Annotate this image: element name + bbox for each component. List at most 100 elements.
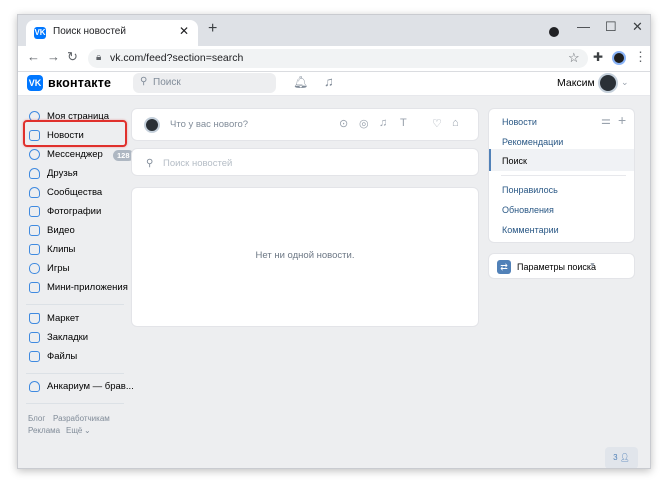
menu-item-friends[interactable]: Друзья (26, 166, 126, 184)
forward-icon[interactable]: → (47, 49, 60, 64)
video-record-icon[interactable]: ◎ (359, 117, 369, 130)
tab-title: Поиск новостей (53, 26, 126, 37)
chevron-down-icon: ▼ (589, 262, 596, 269)
music-note-icon[interactable]: ♫ (379, 117, 387, 129)
window-close-icon[interactable]: ✕ (632, 19, 643, 35)
new-tab-icon[interactable]: + (208, 21, 217, 37)
menu-item-files[interactable]: Файлы (26, 349, 126, 367)
footer-more-link[interactable]: Ещё (66, 426, 82, 435)
clips-icon (29, 244, 40, 255)
menu-item-label: Анкариум — брав... (47, 381, 134, 392)
menu-item-label: Видео (47, 225, 75, 236)
menu-item-community-link[interactable]: Анкариум — брав... (26, 379, 134, 397)
music-icon[interactable]: ♫ (324, 74, 334, 89)
menu-item-mini-apps[interactable]: Мини-приложения (26, 280, 128, 298)
padlock-icon[interactable]: ⌂ (452, 117, 459, 129)
search-icon: ⚲ (140, 76, 148, 87)
profile-avatar[interactable] (612, 51, 626, 65)
extensions-icon[interactable]: ✚ (593, 50, 603, 64)
chevron-down-icon[interactable]: ⌄ (621, 77, 629, 88)
reload-icon[interactable]: ↻ (67, 49, 78, 65)
minimize-icon[interactable]: — (577, 19, 590, 34)
menu-item-video[interactable]: Видео (26, 223, 126, 241)
filter-liked[interactable]: Понравилось (502, 185, 558, 195)
menu-divider (26, 373, 124, 374)
communities-icon (29, 187, 40, 198)
communities-icon (29, 381, 40, 392)
message-bubble-icon (29, 149, 40, 160)
filter-recommendations[interactable]: Рекомендации (502, 137, 563, 147)
swap-arrows-icon: ⇄ (497, 260, 511, 274)
menu-item-label: Маркет (47, 313, 80, 324)
post-placeholder[interactable]: Что у вас нового? (170, 119, 248, 130)
bookmark-icon (29, 332, 40, 343)
filter-search[interactable]: Поиск (502, 156, 527, 166)
floating-users-button[interactable]: 3 👤︎ (605, 447, 638, 468)
search-params-panel[interactable]: ⇄ Параметры поиска ▼ (488, 253, 635, 279)
menu-item-games[interactable]: Игры (26, 261, 126, 279)
file-icon (29, 351, 40, 362)
browser-tab[interactable]: VK Поиск новостей ✕ (26, 20, 198, 46)
menu-item-market[interactable]: Маркет (26, 311, 126, 329)
bulb-icon[interactable]: ♡ (432, 117, 442, 130)
empty-feed-message: Нет ни одной новости. (255, 250, 355, 261)
back-icon[interactable]: ← (27, 49, 40, 64)
vk-logo-text[interactable]: вконтакте (48, 76, 111, 90)
footer-ads-link[interactable]: Реклама (28, 426, 60, 435)
menu-item-label: Мессенджер (47, 149, 103, 160)
notifications-bell-icon[interactable]: 🔔︎ (293, 75, 308, 89)
browser-window: VK Поиск новостей ✕ + — ☐ ✕ ← → ↻ 🔒︎ vk.… (17, 14, 651, 469)
feed-filter-panel: Новости ⚌ + Рекомендации Поиск Понравило… (488, 108, 635, 243)
user-name[interactable]: Максим (557, 77, 595, 89)
address-url[interactable]: vk.com/feed?section=search (110, 52, 243, 64)
add-icon[interactable]: + (618, 112, 626, 128)
filter-comments[interactable]: Комментарии (502, 225, 559, 235)
menu-item-photos[interactable]: Фотографии (26, 204, 126, 222)
tab-strip: VK Поиск новостей ✕ + — ☐ ✕ (18, 15, 650, 46)
menu-item-label: Фотографии (47, 206, 102, 217)
tab-close-icon[interactable]: ✕ (179, 24, 189, 38)
text-format-icon[interactable]: T (400, 117, 407, 129)
person-icon: 👤︎ (619, 453, 630, 462)
browser-toolbar: ← → ↻ 🔒︎ vk.com/feed?section=search ☆ ✚ … (18, 46, 650, 72)
filter-updates[interactable]: Обновления (502, 205, 554, 215)
post-composer[interactable]: Что у вас нового? ⊙ ◎ ♫ T ♡ ⌂ (131, 108, 479, 141)
shopping-bag-icon (29, 313, 40, 324)
menu-item-label: Клипы (47, 244, 76, 255)
menu-item-clips[interactable]: Клипы (26, 242, 126, 260)
vk-favicon-icon: VK (34, 27, 46, 39)
menu-item-label: Игры (47, 263, 70, 274)
menu-item-label: Файлы (47, 351, 78, 362)
menu-item-label: Закладки (47, 332, 89, 343)
media-indicator-icon[interactable] (549, 27, 559, 37)
menu-divider (26, 304, 124, 305)
menu-item-label: Сообщества (47, 187, 103, 198)
friends-icon (29, 168, 40, 179)
lock-icon[interactable]: 🔒︎ (96, 52, 101, 63)
browser-menu-icon[interactable]: ⋮ (634, 49, 647, 65)
filter-news[interactable]: Новости (502, 117, 537, 127)
bookmark-star-icon[interactable]: ☆ (568, 50, 580, 66)
menu-item-label: Друзья (47, 168, 78, 179)
user-avatar[interactable] (598, 73, 618, 93)
chevron-down-icon[interactable]: ⌄ (84, 426, 91, 435)
sliders-icon[interactable]: ⚌ (601, 114, 611, 127)
menu-item-bookmarks[interactable]: Закладки (26, 330, 126, 348)
search-params-label[interactable]: Параметры поиска (517, 262, 596, 272)
footer-blog-link[interactable]: Блог (28, 414, 45, 423)
vk-search-input[interactable]: ⚲ Поиск (133, 73, 276, 93)
vk-logo-icon[interactable]: VK (27, 75, 43, 91)
search-icon: ⚲ (146, 158, 154, 169)
maximize-icon[interactable]: ☐ (605, 19, 617, 35)
photo-icon (29, 206, 40, 217)
camera-icon[interactable]: ⊙ (339, 117, 348, 130)
news-search-box[interactable]: ⚲ Поиск новостей (131, 148, 479, 176)
gamepad-icon (29, 263, 40, 274)
news-feed-empty: Нет ни одной новости. (131, 187, 479, 327)
menu-item-communities[interactable]: Сообщества (26, 185, 126, 203)
menu-item-messenger[interactable]: Мессенджер 128 (26, 147, 134, 165)
address-bar[interactable]: 🔒︎ vk.com/feed?section=search ☆ (88, 49, 588, 68)
footer-developers-link[interactable]: Разработчикам (53, 414, 110, 423)
news-search-placeholder[interactable]: Поиск новостей (163, 158, 232, 169)
floating-count: 3 (613, 453, 618, 462)
